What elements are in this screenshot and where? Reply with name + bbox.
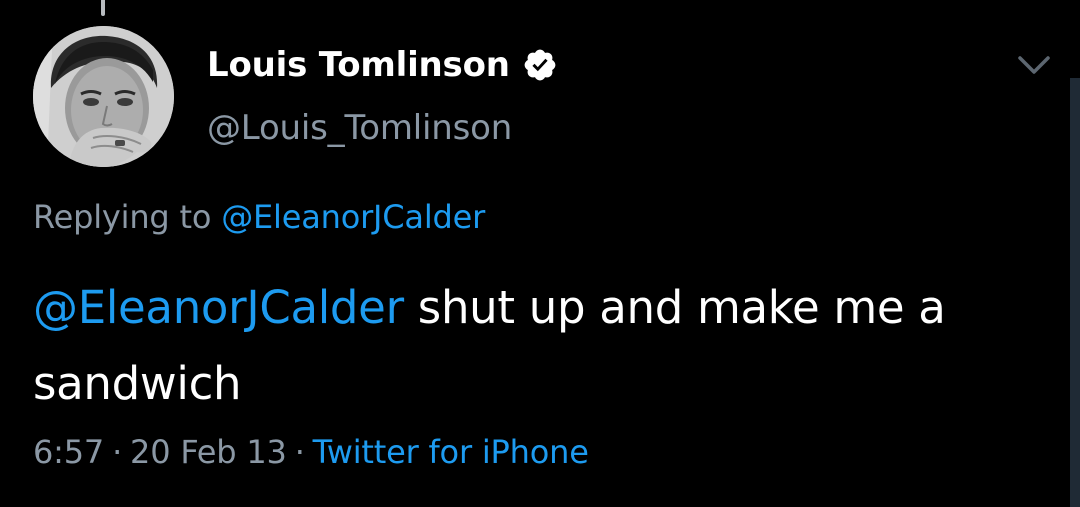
tweet-text: @EleanorJCalder shut up and make me a sa… xyxy=(33,270,1033,422)
replying-to-prefix: Replying to xyxy=(33,198,212,236)
tweet-mention-link[interactable]: @EleanorJCalder xyxy=(33,281,404,334)
author-header[interactable]: Louis Tomlinson xyxy=(207,42,558,88)
replying-to: Replying to @EleanorJCalder xyxy=(33,198,485,236)
author-handle[interactable]: @Louis_Tomlinson xyxy=(207,108,512,148)
meta-separator: · xyxy=(294,433,305,471)
chevron-down-icon[interactable] xyxy=(1014,50,1054,80)
thread-connector-line xyxy=(101,0,105,16)
scrollbar[interactable] xyxy=(1070,78,1080,507)
avatar-image xyxy=(33,26,174,167)
replying-to-mention-link[interactable]: @EleanorJCalder xyxy=(221,198,485,236)
display-name[interactable]: Louis Tomlinson xyxy=(207,45,510,85)
avatar[interactable] xyxy=(33,26,174,167)
tweet-time[interactable]: 6:57 xyxy=(33,433,104,471)
tweet-metadata: 6:57 · 20 Feb 13 · Twitter for iPhone xyxy=(33,433,589,471)
tweet-source-link[interactable]: Twitter for iPhone xyxy=(313,433,589,471)
verified-badge-icon xyxy=(522,47,558,83)
meta-separator: · xyxy=(112,433,123,471)
tweet-detail: Louis Tomlinson @Louis_Tomlinson Replyin… xyxy=(0,0,1080,507)
tweet-date[interactable]: 20 Feb 13 xyxy=(130,433,287,471)
